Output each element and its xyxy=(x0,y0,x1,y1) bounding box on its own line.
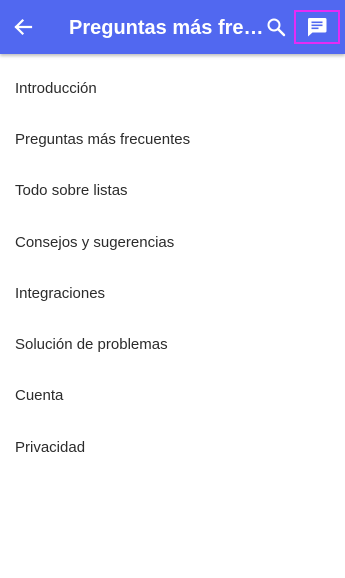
menu-item-label: Integraciones xyxy=(15,285,106,302)
menu-item-introduccion[interactable]: Introducción xyxy=(0,63,345,114)
search-button[interactable] xyxy=(263,14,289,40)
menu-item-label: Consejos y sugerencias xyxy=(15,234,175,251)
menu-item-cuenta[interactable]: Cuenta xyxy=(0,370,345,421)
menu-item-todo-sobre-listas[interactable]: Todo sobre listas xyxy=(0,165,345,216)
menu-item-label: Todo sobre listas xyxy=(15,182,128,199)
app-bar: Preguntas más frecuentes xyxy=(0,0,345,54)
menu-item-solucion-problemas[interactable]: Solución de problemas xyxy=(0,319,345,370)
menu-item-privacidad[interactable]: Privacidad xyxy=(0,422,345,473)
menu-item-integraciones[interactable]: Integraciones xyxy=(0,268,345,319)
menu-item-preguntas-frecuentes[interactable]: Preguntas más frecuentes xyxy=(0,114,345,165)
menu-item-label: Preguntas más frecuentes xyxy=(15,131,191,148)
feedback-button[interactable] xyxy=(294,10,340,44)
menu-item-consejos-sugerencias[interactable]: Consejos y sugerencias xyxy=(0,217,345,268)
arrow-left-icon xyxy=(14,18,33,36)
menu-item-label: Introducción xyxy=(15,80,97,97)
page-title: Preguntas más frecuentes xyxy=(69,17,265,39)
search-icon xyxy=(267,18,286,37)
back-button[interactable] xyxy=(8,12,38,42)
menu-item-label: Cuenta xyxy=(15,387,64,404)
menu-item-label: Solución de problemas xyxy=(15,336,168,353)
menu-item-label: Privacidad xyxy=(15,439,86,456)
chat-message-icon xyxy=(307,18,327,37)
